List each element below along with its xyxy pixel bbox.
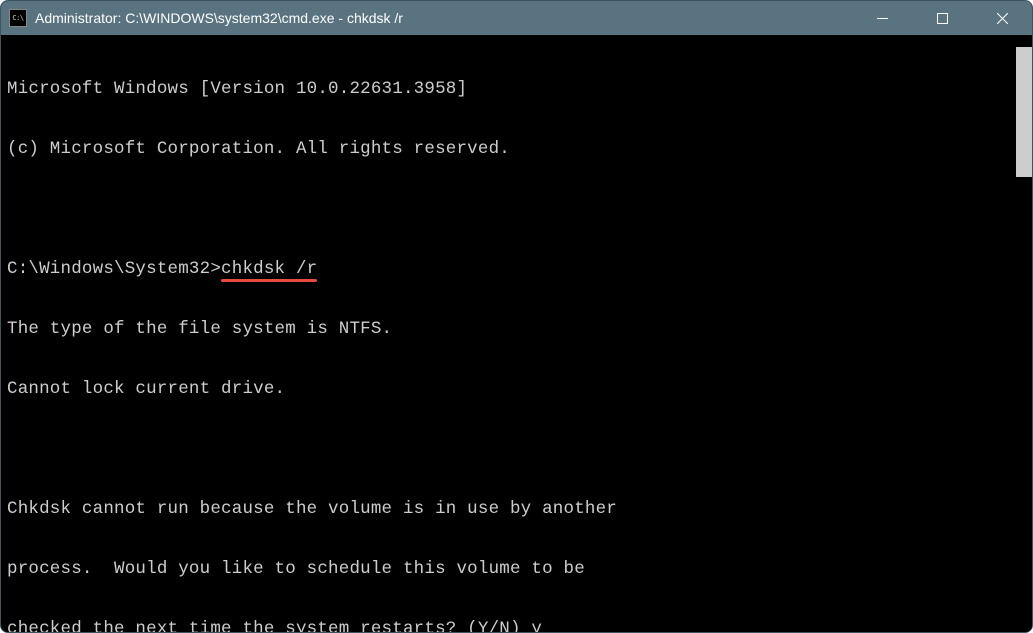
output-line: process. Would you like to schedule this… <box>7 559 1026 579</box>
output-line: Microsoft Windows [Version 10.0.22631.39… <box>7 79 1026 99</box>
user-input-y: y <box>531 619 542 632</box>
output-line: Cannot lock current drive. <box>7 379 1026 399</box>
vertical-scrollbar[interactable] <box>1016 35 1032 632</box>
maximize-button[interactable] <box>912 1 972 35</box>
typed-command: chkdsk /r <box>221 259 317 279</box>
window-controls <box>852 1 1032 35</box>
minimize-button[interactable] <box>852 1 912 35</box>
prompt-line: C:\Windows\System32>chkdsk /r <box>7 259 1026 279</box>
cmd-window: C:\ Administrator: C:\WINDOWS\system32\c… <box>0 0 1033 633</box>
output-blank <box>7 439 1026 459</box>
output-blank <box>7 199 1026 219</box>
close-button[interactable] <box>972 1 1032 35</box>
cmd-icon: C:\ <box>9 9 27 27</box>
maximize-icon <box>937 13 948 24</box>
confirm-prompt-text: checked the next time the system restart… <box>7 619 531 632</box>
close-icon <box>997 13 1008 24</box>
terminal-body[interactable]: Microsoft Windows [Version 10.0.22631.39… <box>1 35 1032 632</box>
terminal-output: Microsoft Windows [Version 10.0.22631.39… <box>7 39 1026 632</box>
output-line: (c) Microsoft Corporation. All rights re… <box>7 139 1026 159</box>
prompt-path: C:\Windows\System32> <box>7 259 221 279</box>
scrollbar-thumb[interactable] <box>1016 47 1032 177</box>
minimize-icon <box>877 13 888 24</box>
window-title: Administrator: C:\WINDOWS\system32\cmd.e… <box>35 10 852 26</box>
titlebar[interactable]: C:\ Administrator: C:\WINDOWS\system32\c… <box>1 1 1032 35</box>
output-line: The type of the file system is NTFS. <box>7 319 1026 339</box>
output-line: Chkdsk cannot run because the volume is … <box>7 499 1026 519</box>
prompt-confirm-line: checked the next time the system restart… <box>7 619 1026 632</box>
